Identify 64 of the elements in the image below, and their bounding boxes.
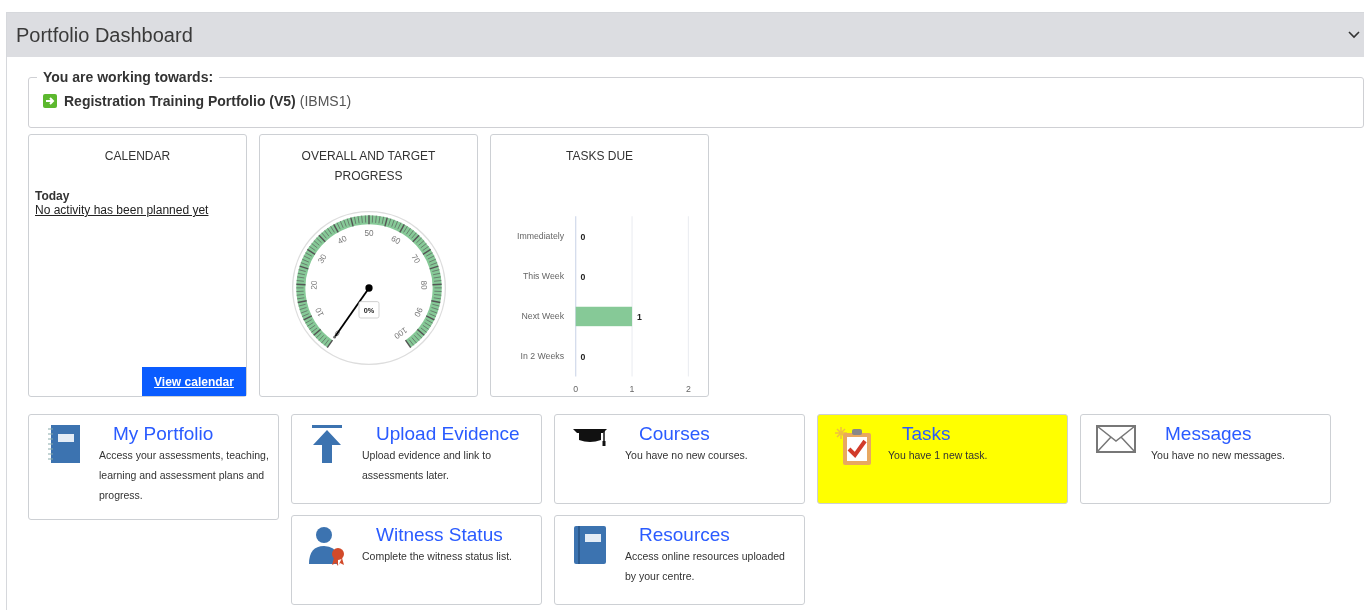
notebook-icon xyxy=(48,425,80,463)
tile-title: Courses xyxy=(638,423,711,445)
dashboard-tile[interactable]: Resources Access online resources uploaded by your centre. xyxy=(554,515,805,605)
day-label: Today xyxy=(35,189,71,203)
panel-title: Portfolio Dashboard xyxy=(16,23,193,47)
gauge-scale-label: 50 xyxy=(363,228,374,238)
tile-title: Tasks xyxy=(901,423,952,445)
data-label: 0 xyxy=(580,272,585,283)
axis-tick-label: 1 xyxy=(629,384,634,395)
dashboard-tile[interactable]: Upload Evidence Upload evidence and link to assessments later. xyxy=(291,414,542,504)
tile-title: Witness Status xyxy=(375,524,504,546)
dashboard-tile[interactable]: Tasks You have 1 new task. xyxy=(817,414,1068,504)
card-title: OVERALL AND TARGET PROGRESS xyxy=(300,148,437,185)
gauge-scale-label: 0 xyxy=(332,327,342,338)
card-title: TASKS DUE xyxy=(564,148,635,165)
category-label: Immediately xyxy=(516,231,564,242)
data-label: 0 xyxy=(580,232,585,243)
data-label: 1 xyxy=(636,312,642,323)
tile-description: Access online resources uploaded by your centre. xyxy=(625,549,786,584)
category-label: In 2 Weeks xyxy=(520,351,564,362)
gauge-reading: 0% xyxy=(358,301,379,319)
gauge-scale-label: 70 xyxy=(408,252,422,266)
tile-title: Messages xyxy=(1164,423,1253,445)
dashboard-tile[interactable]: Courses You have no new courses. xyxy=(554,414,805,504)
axis-tick-label: 0 xyxy=(572,384,578,395)
gauge-scale-label: 90 xyxy=(411,306,424,319)
dashboard-tile[interactable]: Messages You have no new messages. xyxy=(1080,414,1331,504)
tile-description: Upload evidence and link to assessments later. xyxy=(362,448,492,483)
portfolio-code: (IBMS1) xyxy=(299,93,352,109)
portfolio-name: Registration Training Portfolio (V5) xyxy=(64,93,296,109)
dashboard-tile[interactable]: My Portfolio Access your assessments, teaching, learning and assessment plans and progress. xyxy=(28,414,279,520)
gauge-scale-label: 10 xyxy=(313,306,326,319)
arrow-icon xyxy=(43,94,57,108)
axis-tick-label: 2 xyxy=(685,384,691,395)
no-activity-link[interactable]: No activity has been planned yet xyxy=(35,203,246,217)
category-label: Next Week xyxy=(521,311,564,322)
chart-bar xyxy=(575,306,632,327)
card-title: CALENDAR xyxy=(103,148,172,165)
gauge-scale-label: 40 xyxy=(335,233,349,247)
tile-description: You have 1 new task. xyxy=(888,448,989,463)
tile-description: You have no new courses. xyxy=(625,448,749,463)
gauge-scale-label: 100 xyxy=(391,325,409,341)
clipboard-check-icon xyxy=(833,425,873,465)
gauge-needle xyxy=(332,284,373,339)
envelope-icon xyxy=(1096,425,1136,453)
data-label: 0 xyxy=(580,352,585,363)
tile-description: Access your assessments, teaching, learning and assessment plans and progress. xyxy=(99,448,270,503)
book-icon xyxy=(574,526,606,564)
chevron-icon[interactable] xyxy=(1348,31,1360,39)
gauge-scale-label: 60 xyxy=(388,233,402,247)
working-towards-legend: You are working towards: xyxy=(37,69,220,85)
gauge-scale-label: 20 xyxy=(308,280,319,290)
tile-title: Resources xyxy=(638,524,731,546)
tile-title: Upload Evidence xyxy=(375,423,521,445)
category-label: This Week xyxy=(522,271,564,282)
tile-description: Complete the witness status list. xyxy=(362,549,513,564)
gauge-scale-label: 80 xyxy=(418,280,429,290)
dashboard-tile[interactable]: Witness Status Complete the witness status list. xyxy=(291,515,542,605)
tile-title: My Portfolio xyxy=(112,423,215,445)
view-calendar-button[interactable]: View calendar xyxy=(142,367,246,396)
gauge-scale-label: 30 xyxy=(315,252,329,266)
upload-icon xyxy=(312,425,342,463)
person-with-rosette-icon xyxy=(307,526,347,566)
tile-description: You have no new messages. xyxy=(1151,448,1286,463)
